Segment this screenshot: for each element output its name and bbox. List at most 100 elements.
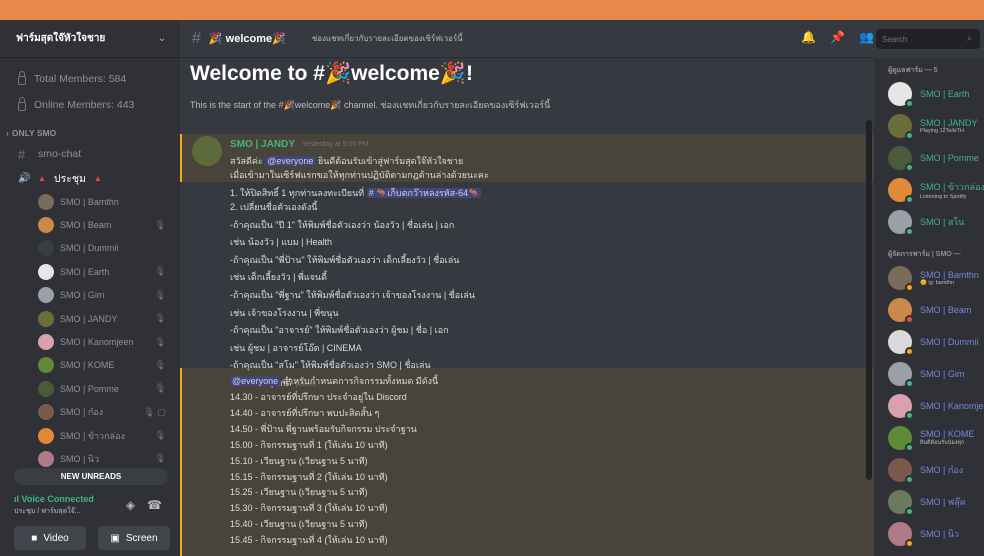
- voice-user-name: SMO | Gim: [60, 290, 105, 301]
- message-author[interactable]: SMO | JANDY: [230, 139, 295, 150]
- channel-sidebar: ฟาร์มสุดใจ๊หัวใจชาย ⌄ Total Members: 584…: [0, 20, 180, 556]
- noise-icon[interactable]: ◈: [126, 498, 135, 512]
- bell-icon[interactable]: 🔔: [801, 30, 816, 44]
- channel-link[interactable]: # 🦘เก็บตกว๊าหลงรหัส-64🦘: [366, 188, 482, 198]
- member-group-smo: SMO | Bamthn 🌞 ig: bamthn SMO | Beam SMO | …: [874, 262, 984, 550]
- stat-online-members: Online Members: 443: [0, 92, 180, 118]
- member-name: SMO | ก๋อง: [920, 465, 964, 475]
- member-list: ผู้ดูแลฟาร์ม — 5 SMO | Earth SMO | JANDY P…: [874, 58, 984, 556]
- member-text: SMO | JANDY Playing 12TailsTH: [920, 118, 977, 134]
- member-item[interactable]: SMO | ข้าวกล่อง Listening to Spotify: [874, 174, 984, 206]
- member-name: SMO | Earth: [920, 89, 970, 99]
- member-text: SMO | Earth: [920, 89, 969, 99]
- status-dot: [905, 163, 914, 172]
- member-text: SMO | นิว: [920, 527, 959, 541]
- voice-user-name: SMO | ข้าวกล่อง: [60, 430, 125, 441]
- avatar: [888, 458, 914, 484]
- new-unreads-button[interactable]: NEW UNREADS: [14, 468, 168, 485]
- member-item[interactable]: SMO | ฟลุ๊ค: [874, 486, 984, 518]
- message-area: Welcome to #🎉welcome🎉! This is the start…: [180, 58, 874, 556]
- member-item[interactable]: SMO | Kanomjeen: [874, 390, 984, 422]
- avatar: [38, 240, 54, 257]
- flag-icon: ▲: [93, 173, 102, 183]
- voice-user-list: SMO | Bamthn SMO | Beam 🎙 SMO | Dummii SMO |…: [0, 190, 180, 471]
- everyone-mention[interactable]: @everyone: [265, 156, 316, 166]
- voice-user[interactable]: SMO | KOME 🎙: [0, 354, 180, 377]
- rule-text: 1. ให้ปิดสิทธิ์ 1 ทุกท่านลงทะเบียนที่: [230, 188, 365, 198]
- member-item[interactable]: SMO | JANDY Playing 12TailsTH: [874, 110, 984, 142]
- search-input[interactable]: Search ⌕: [876, 29, 980, 49]
- category-header[interactable]: › ONLY SMO: [0, 124, 180, 142]
- channel-name: 🎉 welcome🎉: [208, 33, 286, 45]
- member-item[interactable]: SMO | Earth: [874, 78, 984, 110]
- message-line: -ถ้าคุณเป็น "พี่ป้าน" ให้พิมพ์ชื่อตัวเอง…: [230, 254, 460, 265]
- avatar: [38, 310, 54, 327]
- member-text: SMO | Beam: [920, 305, 971, 315]
- member-item[interactable]: SMO | Beam: [874, 294, 984, 326]
- server-header[interactable]: ฟาร์มสุดใจ๊หัวใจชาย ⌄: [0, 20, 180, 58]
- channel-smo-chat[interactable]: # smo-chat: [0, 142, 180, 166]
- message-line: เมื่อเข้ามาในเซิร์ฟแรกขอให้ทุกท่านปฏิบัต…: [230, 170, 489, 180]
- mic-icon: 🎙: [154, 289, 166, 300]
- flag-icon: ▲: [38, 173, 46, 183]
- member-item[interactable]: SMO | นิว: [874, 518, 984, 550]
- member-item[interactable]: SMO | Pomme: [874, 142, 984, 174]
- mic-icon: 🎙: [154, 313, 166, 324]
- channel-name-label: welcome: [225, 33, 273, 45]
- search-icon: ⌕: [966, 33, 972, 43]
- member-text: SMO | ก๋อง: [920, 463, 963, 477]
- welcome-title: Welcome to #🎉welcome🎉!: [190, 62, 473, 85]
- scrollbar[interactable]: [866, 120, 872, 480]
- channel-label: ประชุม: [53, 172, 86, 185]
- voice-user[interactable]: SMO | JANDY 🎙: [0, 307, 180, 330]
- voice-user[interactable]: SMO | ข้าวกล่อง 🎙: [0, 424, 180, 447]
- voice-channel-meeting[interactable]: 🔊 ▲ ประชุม ▲: [0, 166, 180, 190]
- schedule-item: 15.30 - กิจกรรมฐานที่ 3 (ให้เล่น 10 นาที…: [230, 503, 388, 514]
- channel-topic: ช่องแชทเกี่ยวกับรายละเอียดของเซิร์ฟเวอร์…: [311, 34, 463, 43]
- member-name: SMO | Gim: [920, 369, 965, 379]
- category-label: ONLY SMO: [11, 128, 57, 138]
- message-line: เช่น เด็กเลี้ยงวัว | พี่แจนดี้: [230, 272, 327, 283]
- chevron-down-icon[interactable]: ⌄: [158, 33, 166, 44]
- voice-user[interactable]: SMO | Bamthn: [0, 190, 180, 213]
- schedule-item: 15.00 - กิจกรรมฐานที่ 1 (ให้เล่น 10 นาที…: [230, 439, 388, 450]
- avatar[interactable]: [192, 136, 222, 166]
- members-icon[interactable]: 👥: [859, 30, 874, 44]
- disconnect-icon[interactable]: ☎: [147, 498, 162, 512]
- member-name: SMO | Kanomjeen: [920, 401, 984, 411]
- member-item[interactable]: SMO | Bamthn 🌞 ig: bamthn: [874, 262, 984, 294]
- voice-user[interactable]: SMO | Pomme 🎙: [0, 377, 180, 400]
- voice-user[interactable]: SMO | Kanomjeen 🎙: [0, 330, 180, 353]
- channel-header: # 🎉 welcome🎉 ช่องแชทเกี่ยวกับรายละเอียดข…: [180, 20, 874, 58]
- member-item[interactable]: SMO | ก๋อง: [874, 454, 984, 486]
- member-item[interactable]: SMO | สโน: [874, 206, 984, 238]
- avatar: [38, 193, 54, 210]
- schedule-item: 14.30 - อาจารย์ที่ปรึกษา ประจำอยู่ใน Dis…: [230, 392, 407, 402]
- voice-user[interactable]: SMO | Gim 🎙: [0, 284, 180, 307]
- avatar: [888, 362, 914, 388]
- voice-user[interactable]: SMO | Beam 🎙: [0, 213, 180, 236]
- message-line: สวัสดีค่ะ @everyone ยินดีต้อนรับเข้าสู่ฟ…: [230, 154, 463, 168]
- welcome-subtitle: This is the start of the #🎉welcome🎉 chan…: [190, 100, 551, 110]
- voice-controls: ◈ ☎: [126, 498, 162, 512]
- avatar: [888, 394, 914, 420]
- discord-window: ฟาร์มสุดใจ๊หัวใจชาย ⌄ Total Members: 584…: [0, 20, 984, 556]
- voice-user[interactable]: SMO | ก๋อง 🎙 ▢: [0, 401, 180, 424]
- member-text: SMO | Gim: [920, 369, 964, 379]
- screen-button[interactable]: ▣ Screen: [98, 526, 170, 550]
- voice-user[interactable]: SMO | Dummii: [0, 237, 180, 260]
- voice-user[interactable]: SMO | Earth 🎙: [0, 260, 180, 283]
- voice-user-name: SMO | Beam: [60, 220, 112, 231]
- stat-label: Total Members: 584: [34, 73, 127, 85]
- pin-icon[interactable]: 📌: [830, 30, 845, 44]
- status-dot: [905, 315, 914, 324]
- member-item[interactable]: SMO | KOME ยินดีต้อนรับน้องทุก: [874, 422, 984, 454]
- member-item[interactable]: SMO | Gim: [874, 358, 984, 390]
- member-item[interactable]: SMO | Dummii: [874, 326, 984, 358]
- member-category: ผู้ดูแลฟาร์ม — 5: [888, 66, 938, 74]
- everyone-mention[interactable]: @everyone: [230, 376, 281, 386]
- member-name: SMO | Bamthn: [920, 270, 979, 280]
- mic-icon: 🎙: [154, 383, 166, 394]
- avatar: [38, 380, 54, 397]
- video-button[interactable]: ■ Video: [14, 526, 86, 550]
